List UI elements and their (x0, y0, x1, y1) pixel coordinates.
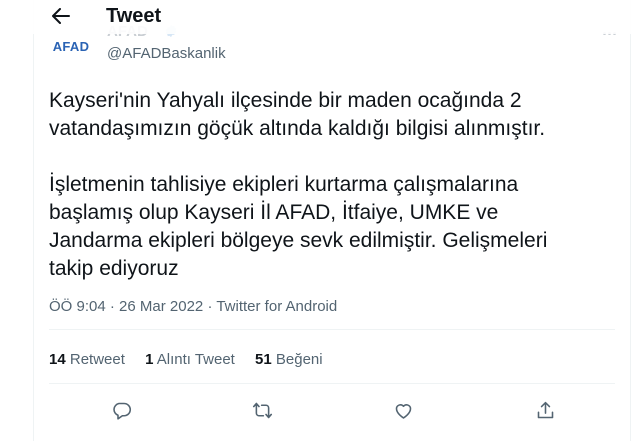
reply-icon[interactable] (108, 397, 134, 423)
tweet-time[interactable]: ÖÖ 9:04 (49, 298, 106, 315)
tweet-text: Kayseri'nin Yahyalı ilçesinde bir maden … (49, 89, 548, 280)
retweets-label: Retweet (69, 351, 125, 368)
tweet-source[interactable]: Twitter for Android (216, 298, 337, 315)
likes-count: 51 (255, 351, 272, 368)
share-icon[interactable] (532, 397, 558, 423)
avatar[interactable]: AFAD (49, 33, 93, 59)
retweets-stat[interactable]: 14 Retweet (49, 351, 125, 368)
tweet-meta: ÖÖ 9:04 · 26 Mar 2022 · Twitter for Andr… (49, 298, 337, 315)
quotes-stat[interactable]: 1 Alıntı Tweet (145, 351, 235, 368)
likes-stat[interactable]: 51 Beğeni (255, 351, 323, 368)
tweet-stats: 14 Retweet 1 Alıntı Tweet 51 Beğeni (49, 351, 339, 368)
divider (49, 329, 615, 330)
retweet-icon[interactable] (249, 397, 275, 423)
divider (49, 383, 615, 384)
page-title: Tweet (106, 5, 162, 27)
like-icon[interactable] (390, 397, 416, 423)
tweet-column: AFAD AFAD @AFADBaskanlik Tweet Kayseri'n… (33, 0, 631, 441)
avatar-logo-text: AFAD (52, 38, 90, 54)
action-bar (33, 397, 631, 423)
top-bar: Tweet (33, 0, 631, 34)
quotes-label: Alıntı Tweet (156, 351, 235, 368)
likes-label: Beğeni (275, 351, 323, 368)
retweets-count: 14 (49, 351, 66, 368)
meta-separator: · (203, 298, 217, 315)
back-arrow-icon[interactable] (48, 5, 74, 27)
tweet-date[interactable]: 26 Mar 2022 (119, 298, 203, 315)
author-handle[interactable]: @AFADBaskanlik (107, 45, 226, 62)
meta-separator: · (105, 298, 120, 315)
quotes-count: 1 (145, 351, 154, 368)
